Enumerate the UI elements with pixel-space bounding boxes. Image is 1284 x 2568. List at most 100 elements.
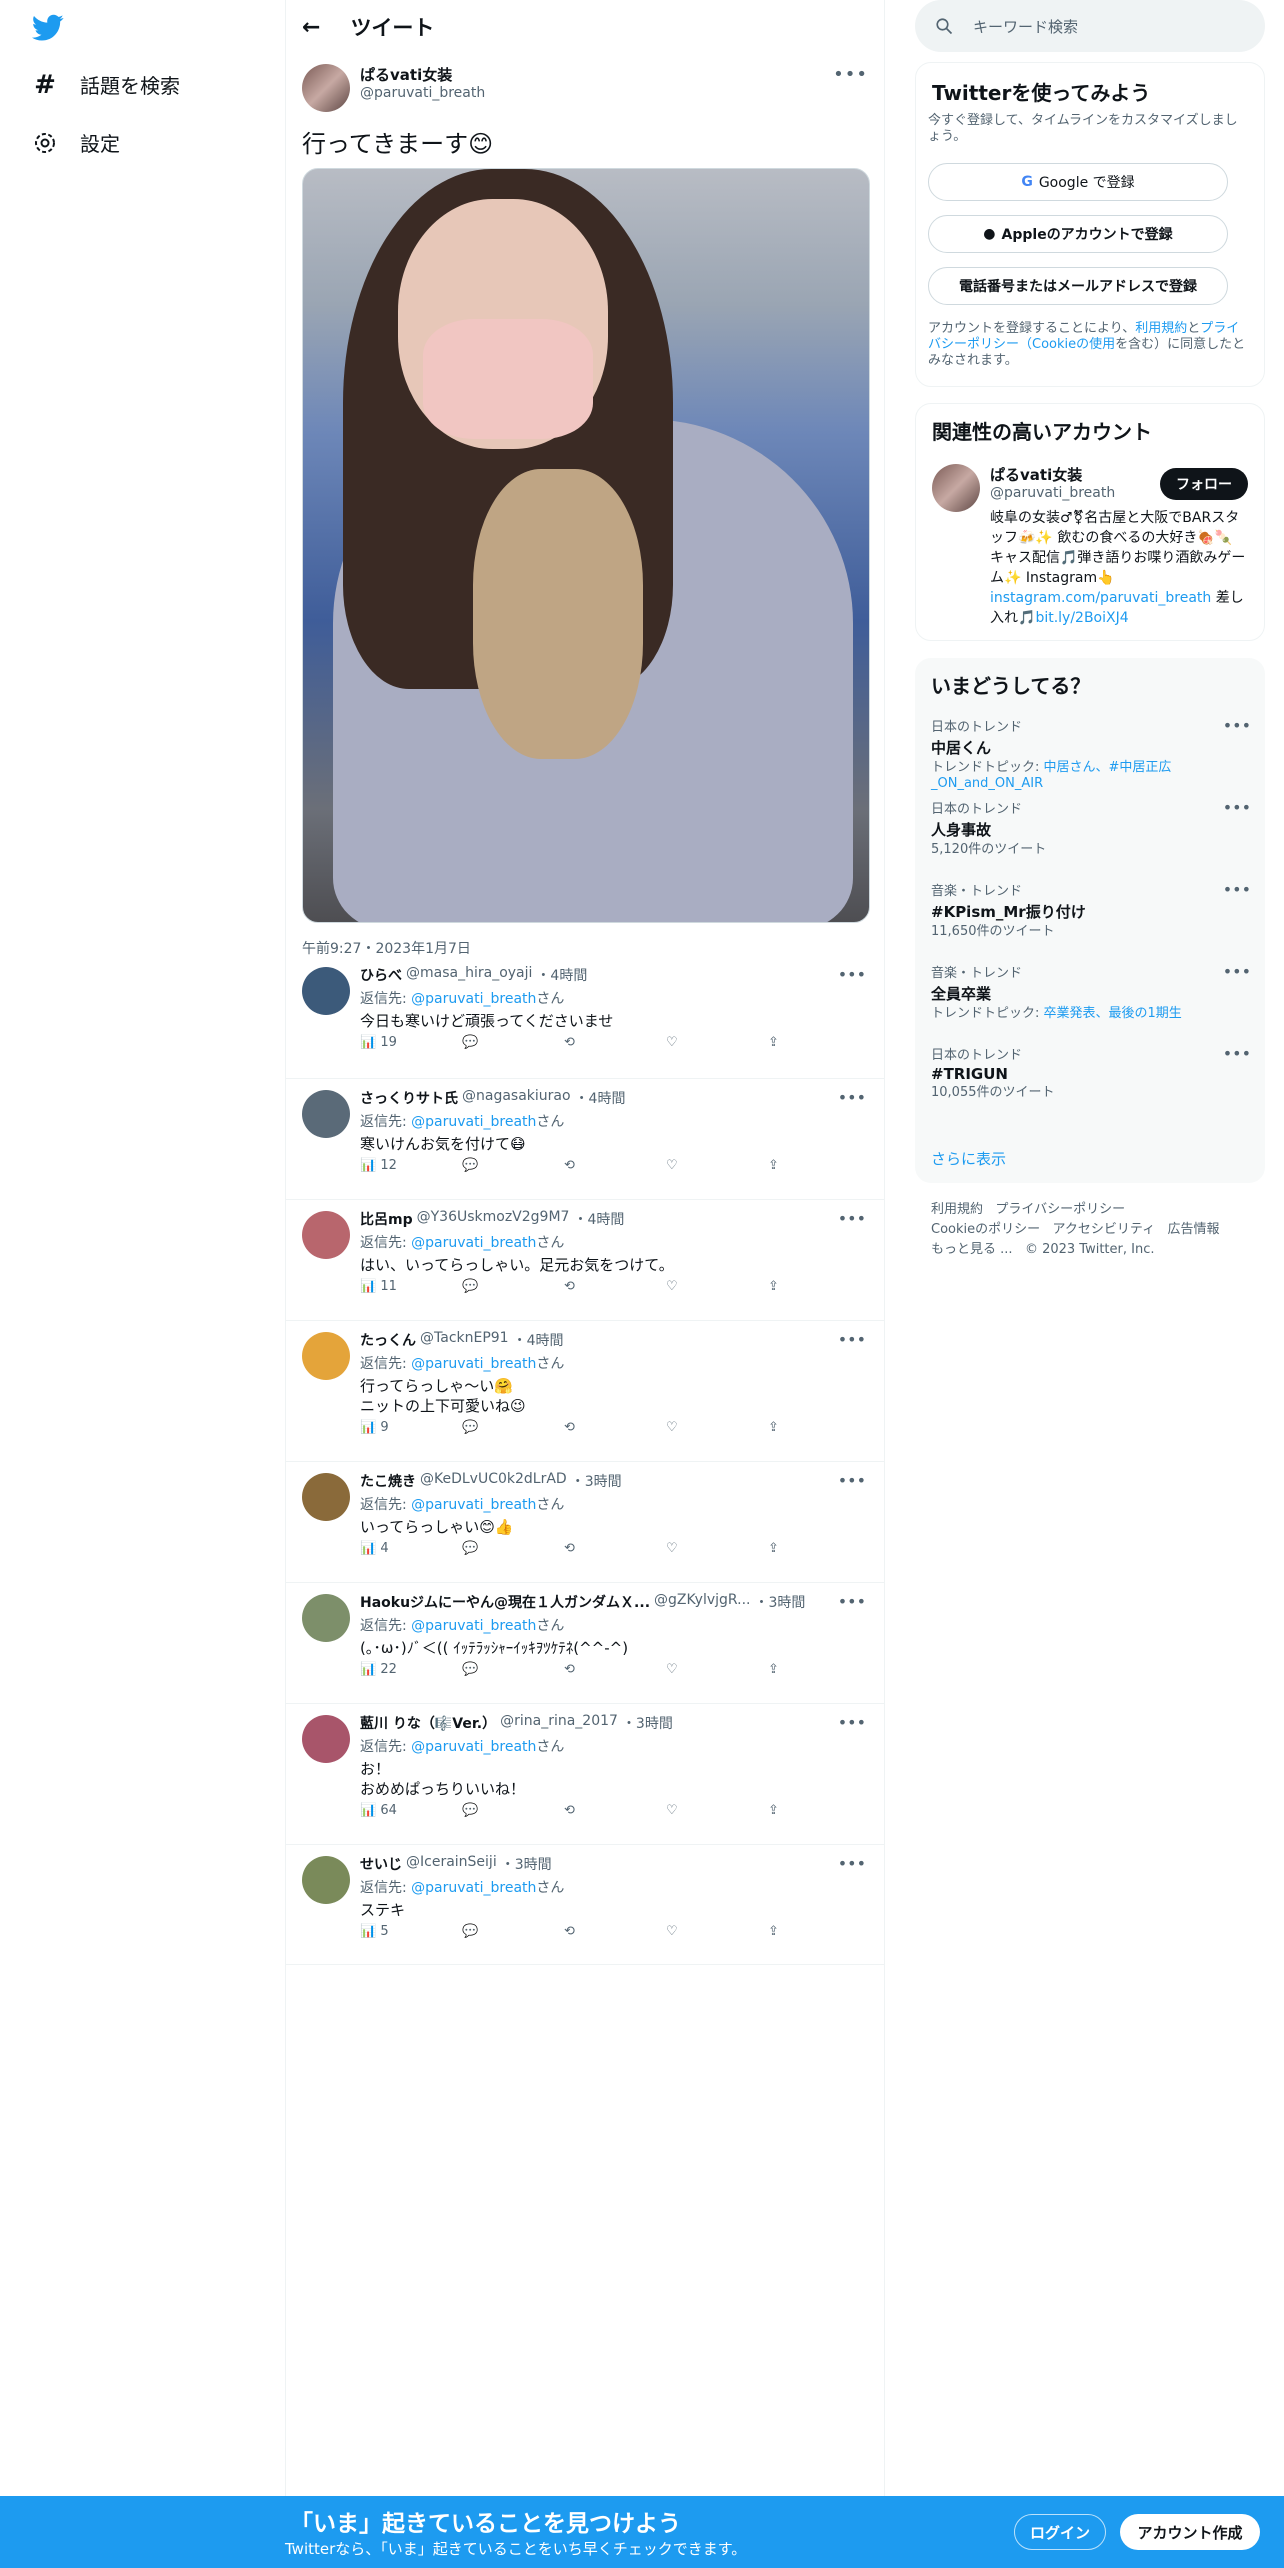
reply-author-handle[interactable]: @Y36UskmozV2g9M7: [417, 1209, 570, 1229]
reply-author-handle[interactable]: @nagasakiurao: [462, 1088, 571, 1108]
reply-author-name[interactable]: さっくりサト氏: [360, 1088, 458, 1108]
apple-signup-button[interactable]: ● Appleのアカウントで登録: [928, 215, 1228, 253]
avatar[interactable]: [302, 1090, 350, 1138]
retweet-icon[interactable]: ⟲: [564, 1803, 666, 1818]
reply-author-name[interactable]: Haokuジムにーやん@現在１人ガンダムＸ...: [360, 1592, 650, 1612]
reply-time[interactable]: ・4時間: [536, 965, 587, 985]
more-options-icon[interactable]: •••: [838, 1713, 866, 1732]
views-icon[interactable]: 📊 22: [360, 1662, 462, 1677]
nav-settings[interactable]: 設定: [32, 128, 120, 157]
search-input[interactable]: キーワード検索: [973, 16, 1078, 37]
reply-author-name[interactable]: たっくん: [360, 1330, 416, 1350]
like-icon[interactable]: ♡: [666, 1158, 768, 1173]
more-options-icon[interactable]: •••: [1223, 962, 1251, 981]
mention-link[interactable]: @paruvati_breath: [411, 1235, 536, 1251]
avatar[interactable]: [302, 967, 350, 1015]
twitter-logo-icon[interactable]: [32, 14, 64, 42]
reply-author-handle[interactable]: @masa_hira_oyaji: [406, 965, 532, 985]
retweet-icon[interactable]: ⟲: [564, 1662, 666, 1677]
tweet-photo[interactable]: [302, 168, 870, 923]
bitly-link[interactable]: bit.ly/2BoiXJ4: [1035, 610, 1128, 626]
avatar[interactable]: [302, 64, 350, 112]
reply-author-name[interactable]: 比呂mp: [360, 1209, 413, 1229]
reply-author-handle[interactable]: @rina_rina_2017: [500, 1713, 618, 1733]
list-item[interactable]: Haokuジムにーやん@現在１人ガンダムＸ... @gZKylvjgR... ・…: [286, 1582, 884, 1704]
author-handle[interactable]: @paruvati_breath: [360, 85, 485, 101]
retweet-icon[interactable]: ⟲: [564, 1035, 666, 1050]
mention-link[interactable]: @paruvati_breath: [411, 1880, 536, 1896]
author-name[interactable]: ぱるvati女装: [360, 64, 485, 85]
trend-item[interactable]: 音楽・トレンド #KPism_Mr振り付け 11,650件のツイート •••: [931, 880, 1251, 940]
reply-time[interactable]: ・4時間: [573, 1209, 624, 1229]
views-icon[interactable]: 📊 12: [360, 1158, 462, 1173]
avatar[interactable]: [932, 464, 980, 512]
reply-author-handle[interactable]: @KeDLvUC0k2dLrAD: [420, 1471, 567, 1491]
mention-link[interactable]: @paruvati_breath: [411, 1114, 536, 1130]
reply-icon[interactable]: 💬: [462, 1420, 564, 1435]
reply-time[interactable]: ・3時間: [571, 1471, 622, 1491]
share-icon[interactable]: ⇪: [768, 1158, 870, 1173]
reply-icon[interactable]: 💬: [462, 1924, 564, 1939]
views-icon[interactable]: 📊 4: [360, 1541, 462, 1556]
more-options-icon[interactable]: •••: [838, 1330, 866, 1349]
list-item[interactable]: さっくりサト氏 @nagasakiurao ・4時間 返信先: @paruvat…: [286, 1078, 884, 1200]
views-icon[interactable]: 📊 9: [360, 1420, 462, 1435]
reply-author-handle[interactable]: @IcerainSeiji: [406, 1854, 497, 1874]
related-handle[interactable]: @paruvati_breath: [990, 485, 1115, 501]
list-item[interactable]: たこ焼き @KeDLvUC0k2dLrAD ・3時間 返信先: @paruvat…: [286, 1461, 884, 1583]
share-icon[interactable]: ⇪: [768, 1662, 870, 1677]
views-icon[interactable]: 📊 64: [360, 1803, 462, 1818]
more-options-icon[interactable]: •••: [838, 1592, 866, 1611]
reply-author-name[interactable]: せいじ: [360, 1854, 402, 1874]
share-icon[interactable]: ⇪: [768, 1803, 870, 1818]
reply-icon[interactable]: 💬: [462, 1279, 564, 1294]
reply-author-handle[interactable]: @TacknEP91: [420, 1330, 509, 1350]
nav-explore[interactable]: # 話題を検索: [32, 70, 180, 100]
reply-icon[interactable]: 💬: [462, 1803, 564, 1818]
more-options-icon[interactable]: •••: [1223, 1044, 1251, 1063]
reply-author-name[interactable]: たこ焼き: [360, 1471, 416, 1491]
follow-button[interactable]: フォロー: [1160, 468, 1248, 500]
share-icon[interactable]: ⇪: [768, 1420, 870, 1435]
list-item[interactable]: 比呂mp @Y36UskmozV2g9M7 ・4時間 返信先: @paruvat…: [286, 1199, 884, 1321]
list-item[interactable]: たっくん @TacknEP91 ・4時間 返信先: @paruvati_brea…: [286, 1320, 884, 1462]
like-icon[interactable]: ♡: [666, 1420, 768, 1435]
signup-button[interactable]: アカウント作成: [1120, 2514, 1260, 2550]
like-icon[interactable]: ♡: [666, 1279, 768, 1294]
instagram-link[interactable]: instagram.com/paruvati_breath: [990, 590, 1211, 606]
reply-author-name[interactable]: 藍川 りな（🎼Ver.）: [360, 1713, 496, 1733]
retweet-icon[interactable]: ⟲: [564, 1541, 666, 1556]
more-options-icon[interactable]: •••: [838, 1471, 866, 1490]
list-item[interactable]: せいじ @IcerainSeiji ・3時間 返信先: @paruvati_br…: [286, 1844, 884, 1965]
avatar[interactable]: [302, 1473, 350, 1521]
like-icon[interactable]: ♡: [666, 1662, 768, 1677]
share-icon[interactable]: ⇪: [768, 1541, 870, 1556]
share-icon[interactable]: ⇪: [768, 1924, 870, 1939]
reply-author-handle[interactable]: @gZKylvjgR...: [654, 1592, 750, 1612]
share-icon[interactable]: ⇪: [768, 1279, 870, 1294]
more-options-icon[interactable]: •••: [838, 1088, 866, 1107]
list-item[interactable]: ひらべ @masa_hira_oyaji ・4時間 返信先: @paruvati…: [286, 955, 884, 1079]
retweet-icon[interactable]: ⟲: [564, 1420, 666, 1435]
back-arrow-icon[interactable]: ←: [302, 15, 320, 40]
more-options-icon[interactable]: •••: [838, 965, 866, 984]
mention-link[interactable]: @paruvati_breath: [411, 991, 536, 1007]
share-icon[interactable]: ⇪: [768, 1035, 870, 1050]
trend-item[interactable]: 日本のトレンド 人身事故 5,120件のツイート •••: [931, 798, 1251, 858]
like-icon[interactable]: ♡: [666, 1803, 768, 1818]
reply-icon[interactable]: 💬: [462, 1158, 564, 1173]
more-options-icon[interactable]: •••: [838, 1209, 866, 1228]
reply-author-name[interactable]: ひらべ: [360, 965, 402, 985]
retweet-icon[interactable]: ⟲: [564, 1924, 666, 1939]
related-name[interactable]: ぱるvati女装: [990, 464, 1115, 485]
more-options-icon[interactable]: •••: [1223, 716, 1251, 735]
retweet-icon[interactable]: ⟲: [564, 1158, 666, 1173]
trend-item[interactable]: 日本のトレンド 中居くん トレンドトピック: 中居さん、#中居正広_ON_and…: [931, 716, 1251, 792]
avatar[interactable]: [302, 1856, 350, 1904]
mention-link[interactable]: @paruvati_breath: [411, 1356, 536, 1372]
mention-link[interactable]: @paruvati_breath: [411, 1739, 536, 1755]
reply-icon[interactable]: 💬: [462, 1035, 564, 1050]
reply-time[interactable]: ・4時間: [513, 1330, 564, 1350]
reply-time[interactable]: ・4時間: [575, 1088, 626, 1108]
more-options-icon[interactable]: •••: [1223, 798, 1251, 817]
